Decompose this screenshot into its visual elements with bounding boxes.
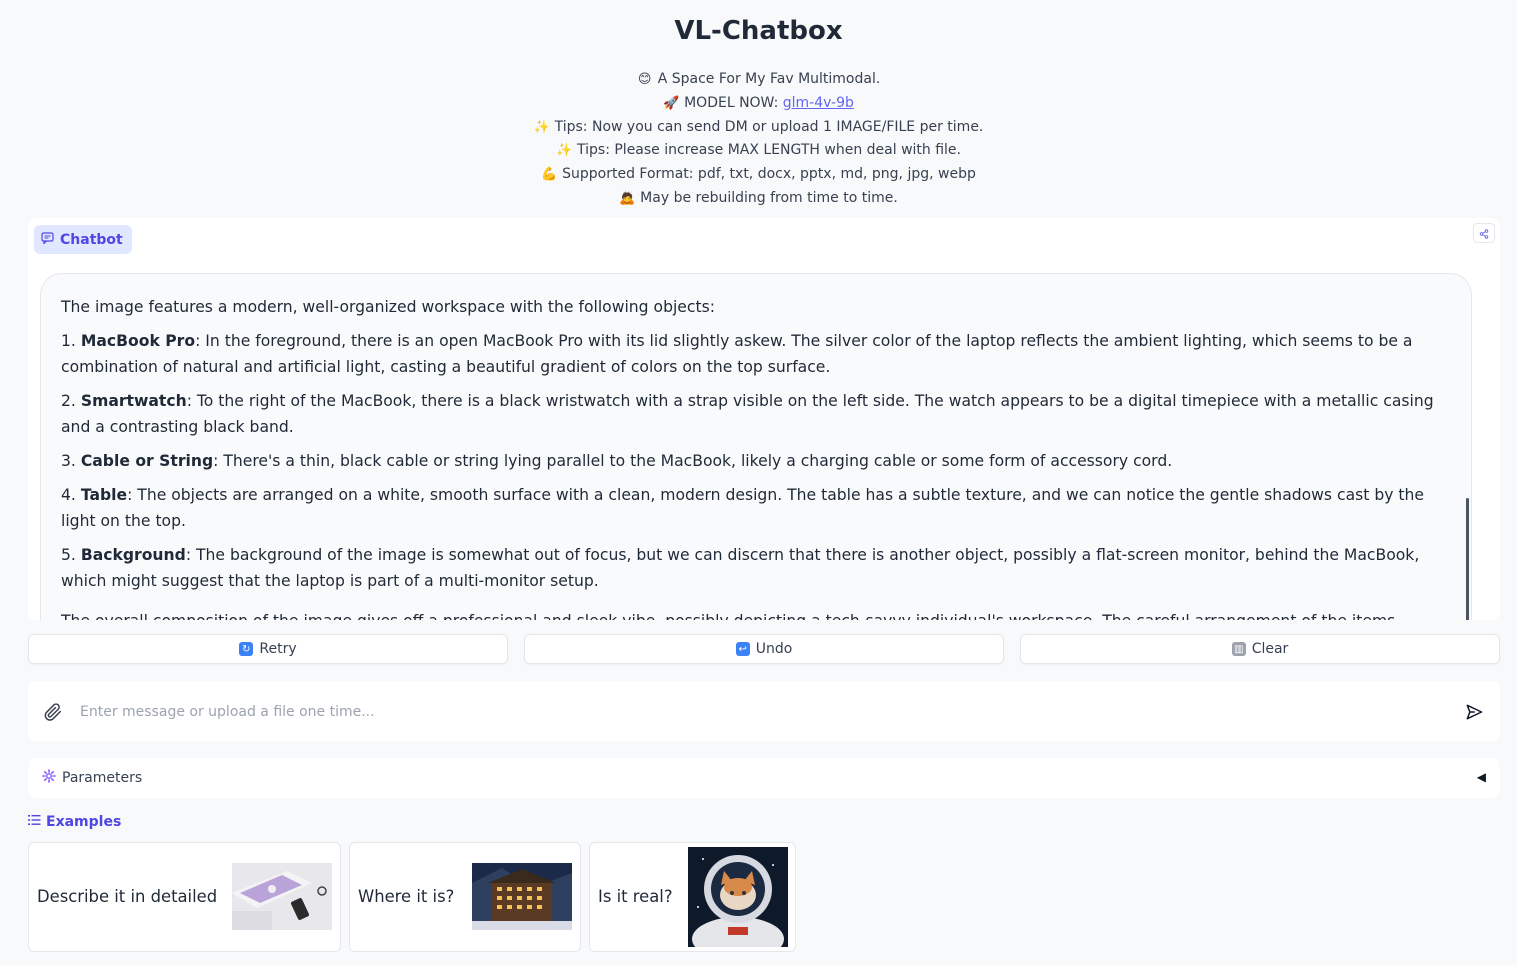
intro-line: 😊 A Space For My Fav Multimodal. [0, 68, 1517, 92]
intro-line: ✨ Tips: Please increase MAX LENGTH when d… [0, 139, 1517, 163]
chatbot-label: Chatbot [34, 225, 132, 254]
message-input-row [28, 681, 1500, 741]
intro-line: 🙇 May be rebuilding from time to time. [0, 187, 1517, 211]
example-card-describe[interactable]: Describe it in detailed [28, 842, 341, 952]
hotel-night-thumbnail [472, 863, 572, 930]
intro-line: ✨ Tips: Now you can send DM or upload 1 I… [0, 116, 1517, 140]
intro-line: 💪 Supported Format: pdf, txt, docx, pptx,… [0, 163, 1517, 187]
intro-line: 🚀 MODEL NOW: glm-4v-9b [0, 92, 1517, 116]
collapse-triangle-icon[interactable]: ◀ [1477, 770, 1486, 784]
list-item: 2. Smartwatch: To the right of the MacBo… [61, 392, 1434, 436]
share-icon [1479, 224, 1489, 243]
trash-icon: ▥ [1231, 642, 1246, 656]
example-text: Is it real? [598, 887, 673, 906]
send-icon[interactable] [1464, 702, 1484, 722]
sparkles-emoji-icon: ✨ [556, 143, 573, 159]
example-card-where[interactable]: Where it is? [349, 842, 581, 952]
rocket-emoji-icon: 🚀 [663, 95, 680, 111]
muscle-emoji-icon: 💪 [541, 167, 558, 183]
example-text: Where it is? [358, 887, 455, 906]
list-item: 5. Background: The background of the ima… [61, 546, 1420, 590]
chat-actions: ↻ Retry ↩ Undo ▥ Clear [28, 634, 1500, 664]
list-item: 4. Table: The objects are arranged on a … [61, 486, 1425, 530]
list-item: 3. Cable or String: There's a thin, blac… [61, 452, 1173, 470]
bot-message-content: The image features a modern, well-organi… [41, 274, 1471, 620]
example-text: Describe it in detailed [37, 887, 218, 906]
undo-button[interactable]: ↩ Undo [524, 634, 1004, 664]
model-link[interactable]: glm-4v-9b [783, 95, 854, 111]
gear-icon [42, 769, 56, 787]
list-item: 1. MacBook Pro: In the foreground, there… [61, 332, 1413, 376]
bot-message: The image features a modern, well-organi… [40, 273, 1472, 620]
intro-description: 😊 A Space For My Fav Multimodal. 🚀 MODEL N… [0, 68, 1517, 211]
example-card-real[interactable]: Is it real? [589, 842, 796, 952]
parameters-accordion[interactable]: Parameters ◀ [28, 758, 1500, 798]
examples-label: Examples [28, 814, 121, 830]
sparkles-emoji-icon: ✨ [533, 119, 550, 135]
laptop-desk-thumbnail [232, 863, 332, 930]
smile-emoji-icon: 😊 [637, 72, 652, 87]
message-intro: The image features a modern, well-organi… [61, 298, 715, 316]
retry-button[interactable]: ↻ Retry [28, 634, 508, 664]
message-input[interactable] [80, 699, 1450, 725]
chat-scrollbar[interactable] [1466, 498, 1469, 620]
clear-button[interactable]: ▥ Clear [1020, 634, 1500, 664]
bowing-emoji-icon: 🙇 [619, 190, 636, 206]
paperclip-icon[interactable] [42, 701, 64, 723]
chat-bubble-icon [41, 231, 54, 248]
share-button[interactable] [1473, 223, 1495, 243]
list-icon [28, 814, 42, 830]
astronaut-cat-thumbnail [688, 847, 788, 947]
retry-icon: ↻ [239, 642, 254, 656]
message-outro: The overall composition of the image giv… [61, 608, 1451, 620]
parameters-label: Parameters [42, 769, 142, 787]
undo-icon: ↩ [735, 642, 750, 656]
chatbot-panel: Chatbot The image features a modern, wel… [28, 218, 1500, 620]
page-title: VL-Chatbox [674, 16, 843, 46]
